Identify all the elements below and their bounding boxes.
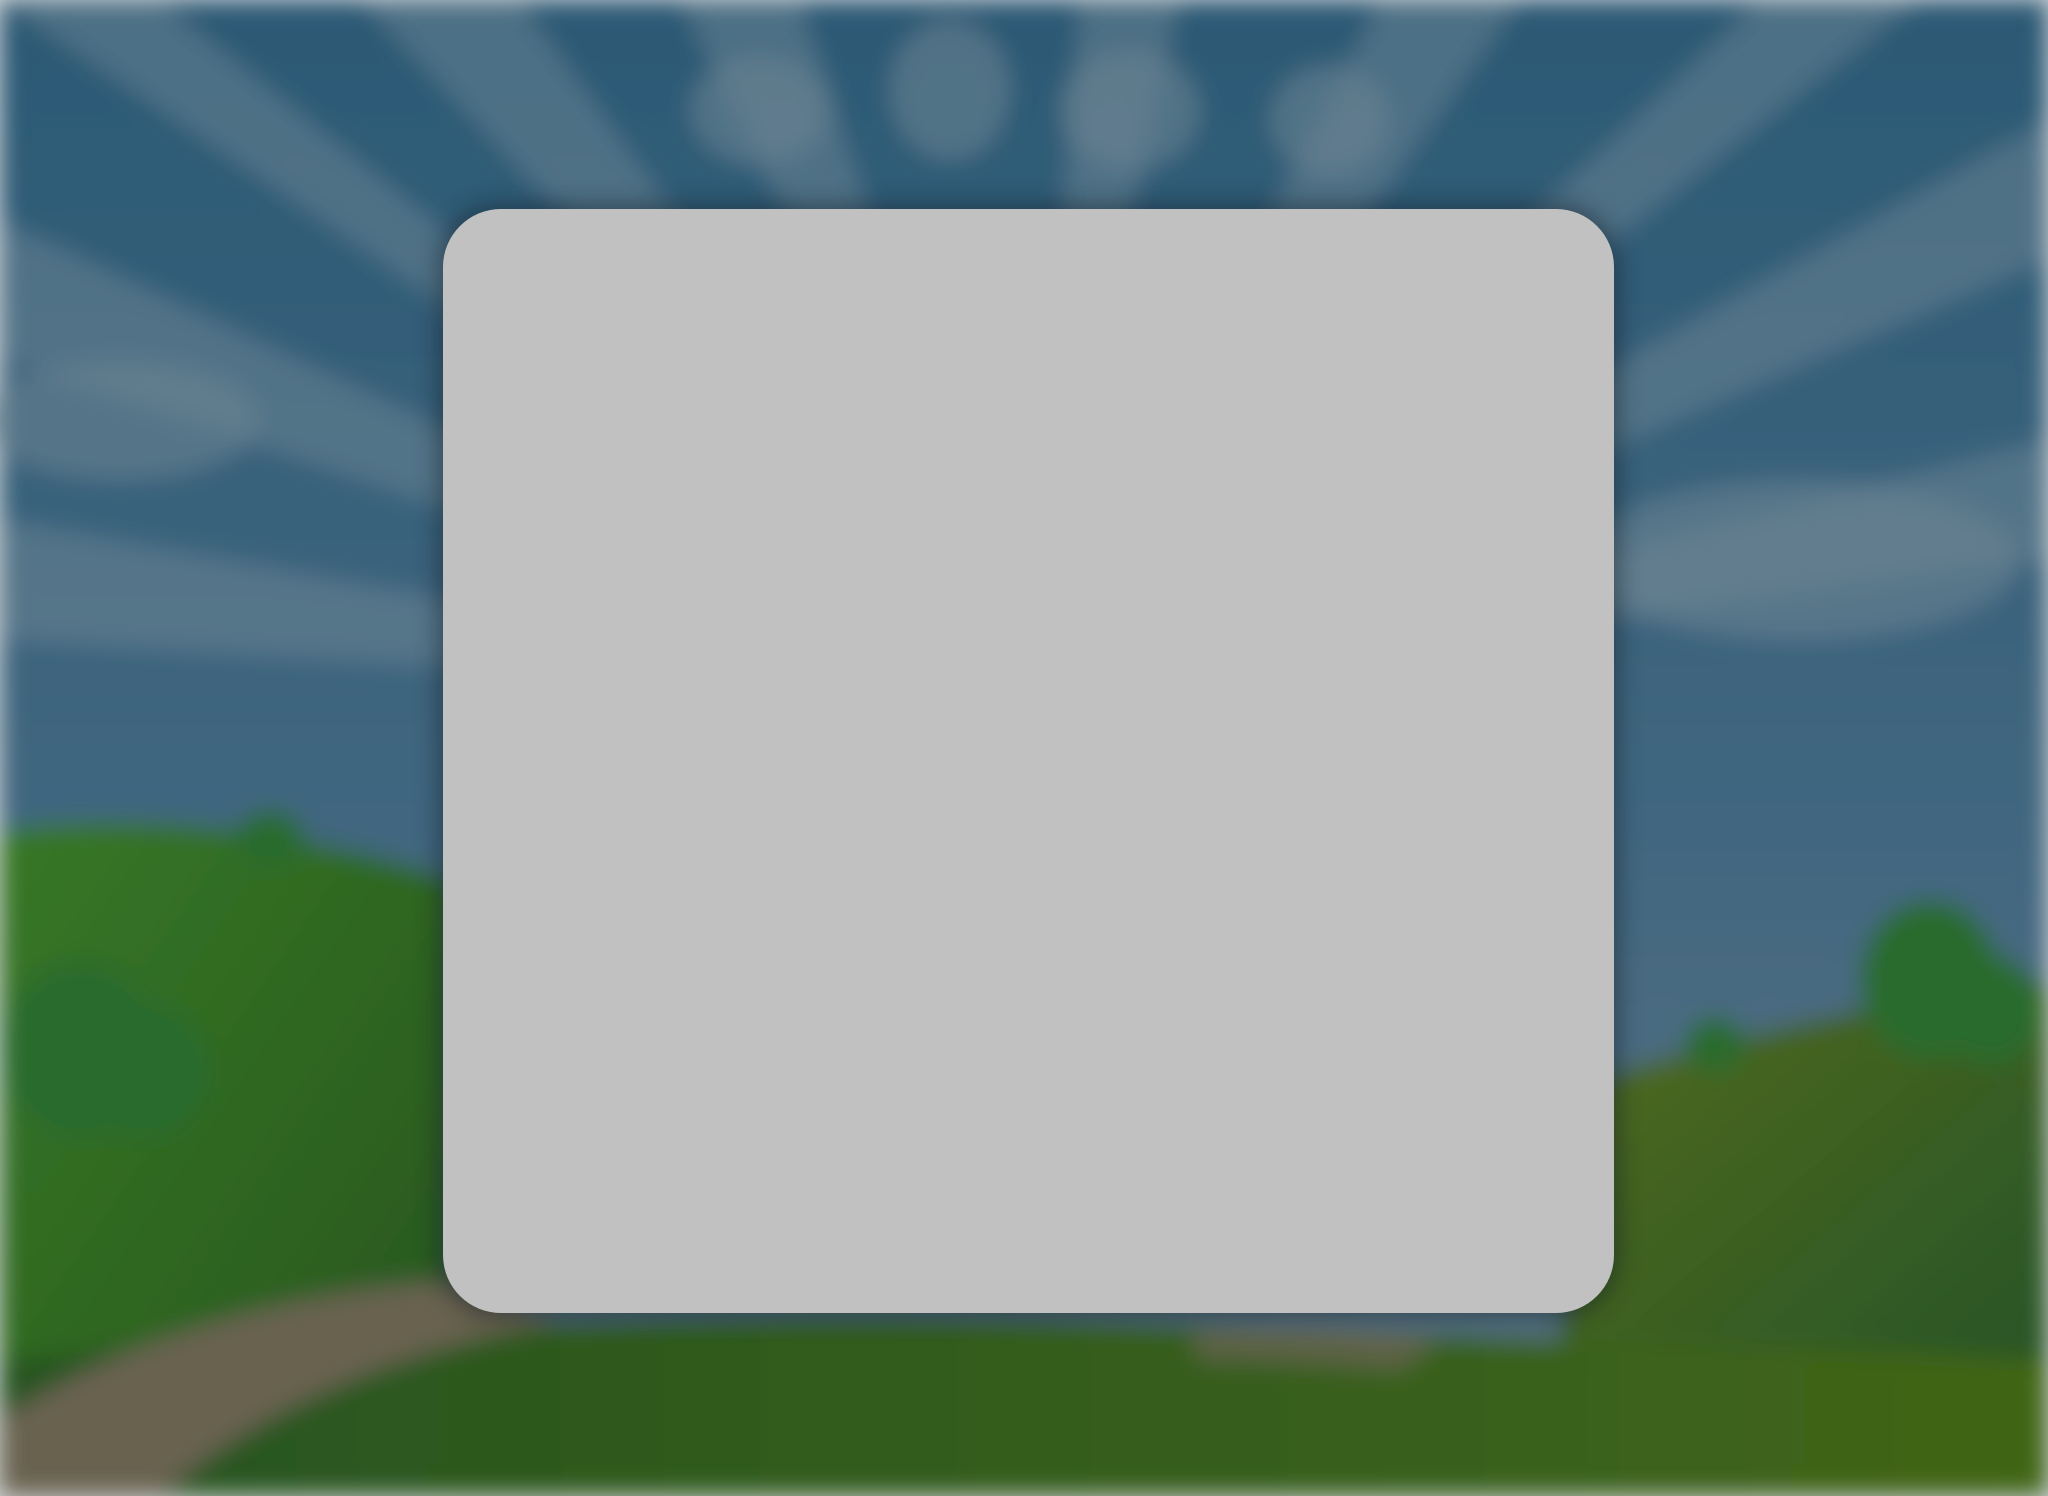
modal-panel bbox=[443, 209, 1614, 1313]
game-scene bbox=[0, 0, 2048, 1496]
